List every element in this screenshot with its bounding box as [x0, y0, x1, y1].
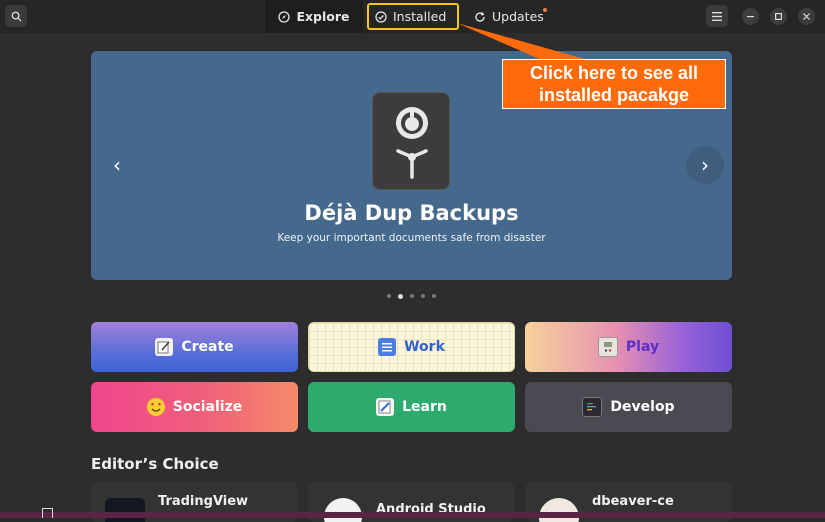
- category-work[interactable]: Work: [308, 322, 515, 372]
- category-socialize-label: Socialize: [172, 399, 243, 415]
- chevron-right-icon: ›: [701, 153, 709, 177]
- android-studio-app-icon: [324, 498, 362, 522]
- pencil-note-icon: [155, 338, 174, 356]
- tab-explore[interactable]: Explore: [265, 0, 363, 33]
- annotation-callout: Click here to see all installed pacakge: [502, 59, 726, 109]
- search-button[interactable]: [5, 5, 27, 27]
- category-learn-label: Learn: [402, 399, 447, 415]
- tradingview-app-icon: [105, 498, 145, 522]
- category-socialize[interactable]: Socialize: [91, 382, 298, 432]
- carousel-dot[interactable]: [432, 294, 436, 298]
- editors-choice-heading: Editor’s Choice: [91, 455, 219, 473]
- category-work-label: Work: [404, 339, 445, 355]
- safe-icon: [396, 107, 428, 179]
- maximize-button[interactable]: [770, 8, 787, 25]
- minimize-button[interactable]: [742, 8, 759, 25]
- carousel-dot[interactable]: [421, 294, 425, 298]
- maximize-icon: [775, 13, 782, 20]
- search-icon: [11, 11, 22, 22]
- notebook-pencil-icon: [376, 398, 395, 416]
- heart-eyes-emoji-icon: [146, 398, 165, 416]
- updates-badge-dot: [543, 8, 547, 12]
- carousel-next-button[interactable]: ›: [686, 146, 724, 184]
- banner-subtitle: Keep your important documents safe from …: [277, 232, 546, 244]
- carousel-dot[interactable]: [410, 294, 414, 298]
- main-menu-button[interactable]: [706, 5, 728, 27]
- compass-icon: [278, 10, 291, 23]
- category-develop-label: Develop: [610, 399, 675, 415]
- desktop-background-strip: [0, 512, 825, 518]
- category-create[interactable]: Create: [91, 322, 298, 372]
- code-editor-icon: [582, 397, 603, 417]
- category-play-label: Play: [625, 339, 660, 355]
- checklist-icon: [378, 338, 397, 356]
- app-card-name: TradingView: [158, 494, 249, 509]
- deja-dup-app-icon: [372, 92, 450, 190]
- close-icon: [803, 13, 810, 20]
- category-create-label: Create: [181, 339, 234, 355]
- minimize-icon: [747, 16, 754, 18]
- tab-explore-label: Explore: [296, 9, 350, 24]
- carousel-indicators: [387, 293, 436, 299]
- dbeaver-app-icon: [539, 498, 579, 522]
- category-develop[interactable]: Develop: [525, 382, 732, 432]
- gameboy-icon: [597, 337, 618, 357]
- carousel-prev-button[interactable]: ‹: [98, 146, 136, 184]
- carousel-dot[interactable]: [387, 294, 391, 298]
- app-card-name: dbeaver-ce: [592, 494, 674, 509]
- category-learn[interactable]: Learn: [308, 382, 515, 432]
- banner-title: Déjà Dup Backups: [304, 201, 519, 225]
- installed-tab-highlight-box: [367, 3, 459, 30]
- desktop-icon-fragment: [42, 508, 53, 518]
- close-button[interactable]: [798, 8, 815, 25]
- category-play[interactable]: Play: [525, 322, 732, 372]
- chevron-left-icon: ‹: [113, 153, 121, 177]
- hamburger-icon: [712, 11, 722, 21]
- carousel-dot-active[interactable]: [398, 293, 403, 299]
